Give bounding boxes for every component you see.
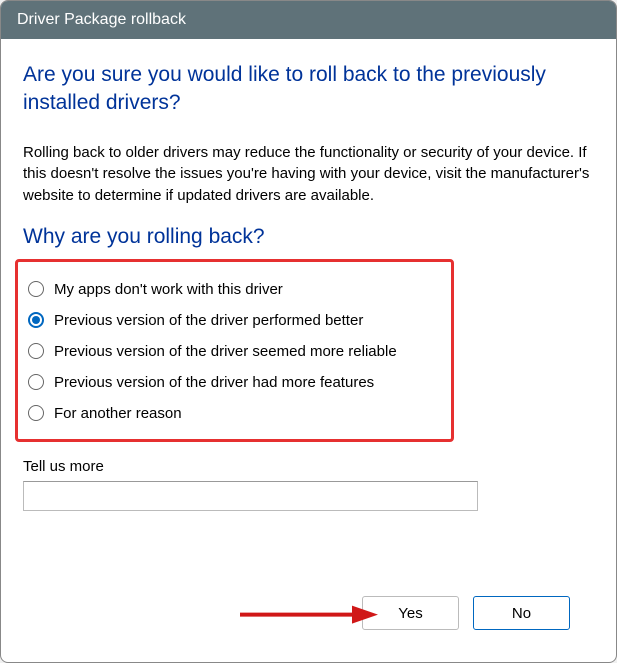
reason-label: My apps don't work with this driver: [54, 281, 283, 298]
tellmore-label: Tell us more: [23, 458, 594, 475]
tellmore-input[interactable]: [23, 481, 478, 511]
reason-option-3[interactable]: Previous version of the driver had more …: [28, 367, 441, 398]
subheading: Why are you rolling back?: [23, 225, 594, 249]
no-button[interactable]: No: [473, 596, 570, 630]
reason-label: For another reason: [54, 405, 182, 422]
main-heading: Are you sure you would like to roll back…: [23, 61, 594, 118]
window-title: Driver Package rollback: [17, 11, 186, 28]
annotation-arrow-icon: [238, 603, 378, 627]
dialog-content: Are you sure you would like to roll back…: [1, 39, 616, 662]
reason-option-2[interactable]: Previous version of the driver seemed mo…: [28, 336, 441, 367]
reason-label: Previous version of the driver seemed mo…: [54, 343, 397, 360]
reason-label: Previous version of the driver performed…: [54, 312, 363, 329]
reason-option-4[interactable]: For another reason: [28, 398, 441, 429]
radio-icon: [28, 405, 44, 421]
reason-option-1[interactable]: Previous version of the driver performed…: [28, 305, 441, 336]
reason-option-0[interactable]: My apps don't work with this driver: [28, 274, 441, 305]
dialog-footer: Yes No: [23, 586, 594, 648]
dialog-window: Driver Package rollback Are you sure you…: [0, 0, 617, 663]
radio-icon: [28, 281, 44, 297]
yes-button[interactable]: Yes: [362, 596, 459, 630]
reason-label: Previous version of the driver had more …: [54, 374, 374, 391]
radio-icon: [28, 312, 44, 328]
titlebar[interactable]: Driver Package rollback: [1, 1, 616, 39]
radio-icon: [28, 343, 44, 359]
reason-radio-group: My apps don't work with this driver Prev…: [15, 259, 454, 442]
body-text: Rolling back to older drivers may reduce…: [23, 142, 594, 207]
radio-icon: [28, 374, 44, 390]
